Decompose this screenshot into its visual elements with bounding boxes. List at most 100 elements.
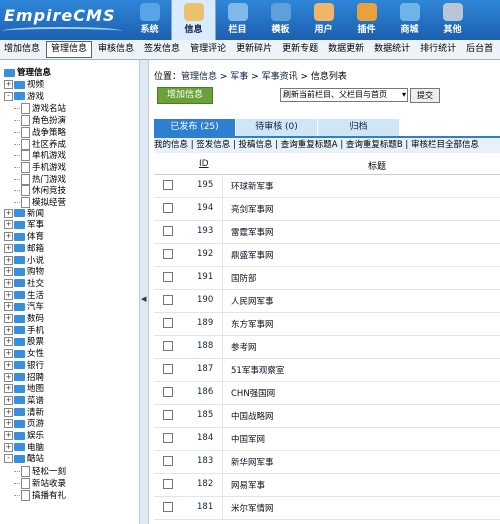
- collapse-arrow-icon[interactable]: ◀: [141, 295, 146, 303]
- tree-item[interactable]: + 手机: [4, 325, 44, 337]
- topnav-item[interactable]: 商城: [388, 0, 431, 40]
- tree-item[interactable]: + 电脑: [4, 442, 44, 454]
- row-checkbox[interactable]: [163, 387, 173, 397]
- row-title-link[interactable]: 51军事观察室: [231, 364, 284, 376]
- expand-icon[interactable]: +: [4, 267, 13, 277]
- expand-icon[interactable]: +: [4, 220, 13, 230]
- tree-item[interactable]: + 体育: [4, 232, 44, 243]
- row-checkbox[interactable]: [163, 249, 173, 259]
- expand-icon[interactable]: +: [4, 431, 13, 440]
- collapse-icon[interactable]: -: [4, 91, 13, 101]
- row-checkbox[interactable]: [163, 433, 173, 443]
- submenu-item[interactable]: 排行统计: [416, 42, 460, 57]
- tree-item[interactable]: + 银行: [4, 360, 44, 372]
- breadcrumb-link[interactable]: 军事: [230, 72, 248, 82]
- expand-icon[interactable]: +: [4, 80, 13, 89]
- expand-icon[interactable]: +: [4, 407, 13, 417]
- topnav-item[interactable]: 模板: [259, 0, 302, 40]
- expand-icon[interactable]: +: [4, 395, 13, 405]
- tab-published[interactable]: 已发布 (25): [154, 119, 235, 136]
- row-checkbox[interactable]: [163, 364, 173, 374]
- submenu-item[interactable]: 后台首: [462, 42, 497, 57]
- filter-links[interactable]: 我的信息 | 签发信息 | 投稿信息 | 查询重复标题A | 查询重复标题B |…: [154, 138, 500, 153]
- tree-item[interactable]: + 社交: [4, 278, 44, 290]
- row-title-link[interactable]: 中国军网: [231, 433, 265, 445]
- tree-item[interactable]: + 招聘: [4, 372, 44, 384]
- expand-icon[interactable]: +: [4, 442, 13, 452]
- submenu-item[interactable]: 增加信息: [0, 42, 44, 57]
- topnav-item[interactable]: 用户: [302, 0, 345, 40]
- expand-icon[interactable]: +: [4, 278, 13, 288]
- expand-icon[interactable]: +: [4, 290, 13, 300]
- row-title-link[interactable]: 新华网军事: [231, 456, 274, 468]
- panel-splitter[interactable]: ◀: [139, 60, 149, 524]
- tree-item[interactable]: + 军事: [4, 220, 44, 231]
- refresh-select[interactable]: 刷新当前栏目、父栏目与首页 ▾: [280, 88, 408, 102]
- tree-item[interactable]: - 酷站: [4, 454, 44, 465]
- row-title-link[interactable]: 鼎盛军事网: [231, 249, 274, 261]
- submenu-item[interactable]: 更新专题: [278, 42, 322, 57]
- tree-item[interactable]: + 股票: [4, 337, 44, 348]
- row-title-link[interactable]: 人民网军事: [231, 295, 274, 307]
- row-checkbox[interactable]: [163, 295, 173, 305]
- row-title-link[interactable]: 参考网: [231, 341, 257, 353]
- tree-item[interactable]: + 菜谱: [4, 395, 44, 407]
- row-checkbox[interactable]: [163, 341, 173, 351]
- row-title-link[interactable]: 环球新军事: [231, 180, 274, 192]
- tree-item[interactable]: 游戏名站: [14, 103, 66, 115]
- expand-icon[interactable]: +: [4, 302, 13, 312]
- tree-item[interactable]: 休闲竞技: [14, 185, 66, 197]
- row-checkbox[interactable]: [163, 502, 173, 512]
- row-title-link[interactable]: CHN强国网: [231, 387, 275, 399]
- expand-icon[interactable]: +: [4, 349, 13, 359]
- submenu-item[interactable]: 数据更新: [324, 42, 368, 57]
- tree-item[interactable]: + 清新: [4, 407, 44, 419]
- row-title-link[interactable]: 中国战略网: [231, 410, 274, 422]
- breadcrumb-link[interactable]: 管理信息: [181, 72, 217, 82]
- row-checkbox[interactable]: [163, 410, 173, 420]
- expand-icon[interactable]: +: [4, 208, 13, 218]
- row-title-link[interactable]: 米尔军情网: [231, 502, 274, 514]
- column-header-id[interactable]: ID: [199, 159, 209, 169]
- tree-item[interactable]: 角色扮演: [14, 115, 66, 127]
- collapse-icon[interactable]: -: [4, 454, 13, 464]
- submenu-item[interactable]: 管理评论: [186, 42, 230, 57]
- tab-archived[interactable]: 归档: [318, 119, 399, 136]
- expand-icon[interactable]: +: [4, 325, 13, 335]
- topnav-item[interactable]: 信息: [171, 0, 216, 40]
- tree-item[interactable]: - 游戏: [4, 91, 44, 103]
- topnav-item[interactable]: 其他: [431, 0, 474, 40]
- expand-icon[interactable]: +: [4, 243, 13, 253]
- tree-item[interactable]: + 邮箱: [4, 243, 44, 255]
- tree-item[interactable]: 单机游戏: [14, 150, 66, 162]
- row-title-link[interactable]: 雷霆军事网: [231, 226, 274, 238]
- row-checkbox[interactable]: [163, 456, 173, 466]
- tree-item[interactable]: 热门游戏: [14, 173, 66, 185]
- tree-item[interactable]: 社区养成: [14, 138, 66, 150]
- tree-item[interactable]: 轻松一刻: [14, 466, 66, 478]
- row-checkbox[interactable]: [163, 479, 173, 489]
- tree-item[interactable]: + 数码: [4, 314, 44, 325]
- expand-icon[interactable]: +: [4, 255, 13, 265]
- tree-root[interactable]: 管理信息: [4, 68, 51, 79]
- tree-item[interactable]: + 新闻: [4, 208, 44, 220]
- submit-button[interactable]: 提交: [410, 88, 440, 103]
- row-title-link[interactable]: 国防部: [231, 272, 257, 284]
- submenu-item[interactable]: 数据统计: [370, 42, 414, 57]
- expand-icon[interactable]: +: [4, 337, 13, 347]
- topnav-item[interactable]: 栏目: [216, 0, 259, 40]
- tree-item[interactable]: + 女性: [4, 349, 44, 360]
- tree-item[interactable]: 战争策略: [14, 126, 66, 138]
- breadcrumb-link[interactable]: 军事资讯: [262, 72, 298, 82]
- row-checkbox[interactable]: [163, 226, 173, 236]
- submenu-item[interactable]: 审核信息: [94, 42, 138, 57]
- tree-item[interactable]: 搞播有礼: [14, 489, 66, 501]
- expand-icon[interactable]: +: [4, 232, 13, 242]
- submenu-item[interactable]: 管理信息: [46, 41, 93, 58]
- row-checkbox[interactable]: [163, 203, 173, 213]
- tree-item[interactable]: + 娱乐: [4, 431, 44, 442]
- topnav-item[interactable]: 插件: [345, 0, 388, 40]
- row-title-link[interactable]: 亮剑军事网: [231, 203, 274, 215]
- tree-item[interactable]: 新站收录: [14, 477, 66, 489]
- tree-item[interactable]: + 页游: [4, 419, 44, 430]
